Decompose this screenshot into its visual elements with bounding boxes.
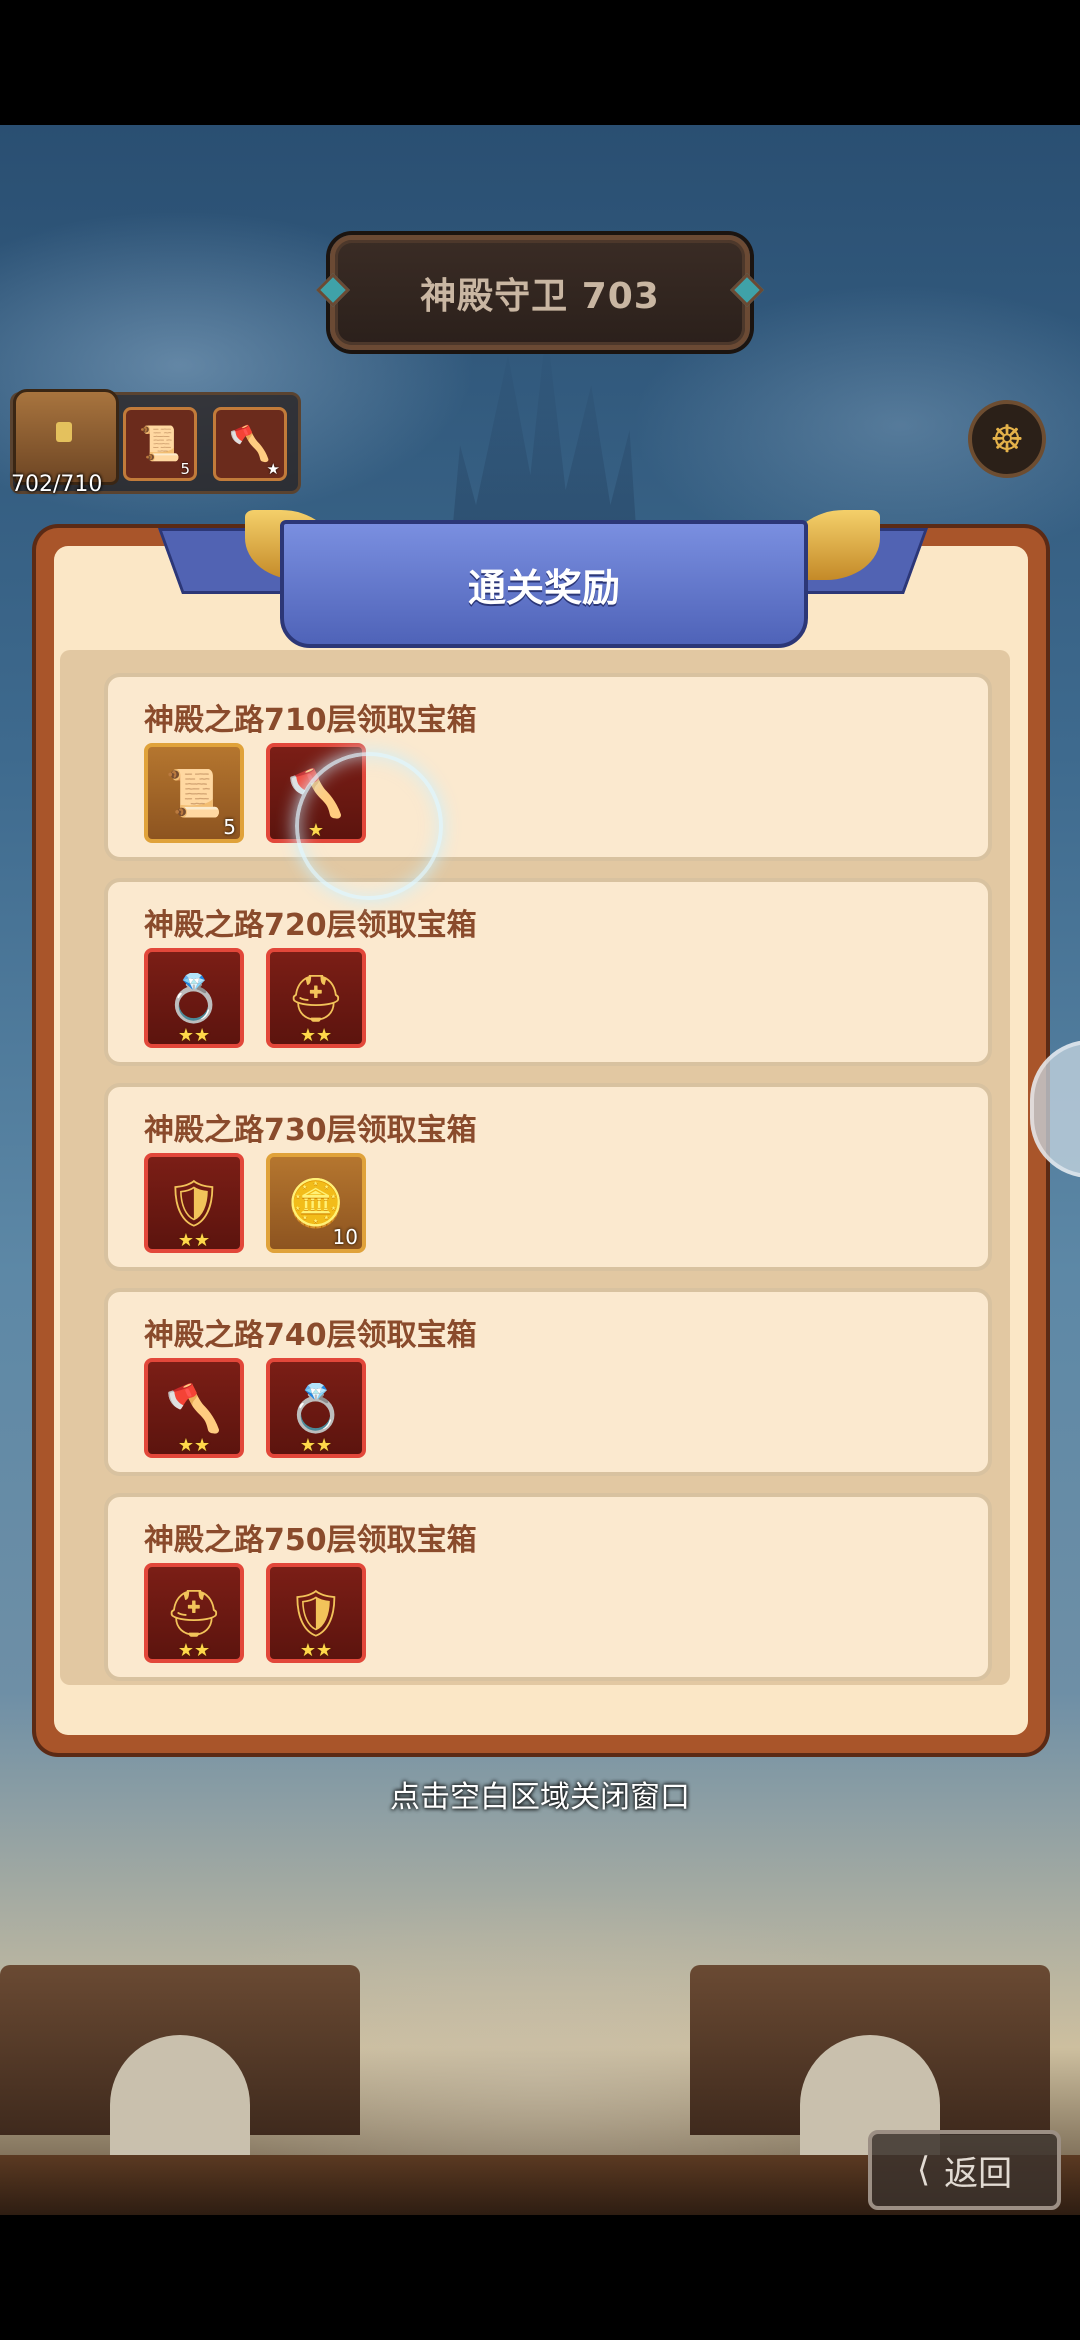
reward-row-title: 神殿之路740层领取宝箱 <box>144 1318 477 1353</box>
armor-icon[interactable]: 🛡 ★★ <box>266 1563 366 1663</box>
reward-row[interactable]: 神殿之路740层领取宝箱 🪓 ★★ 💍 ★★ <box>104 1288 992 1476</box>
compass-button[interactable]: ☸ <box>968 400 1046 478</box>
item-quantity: 10 <box>332 1225 358 1249</box>
helmet-icon[interactable]: ⛑ ★★ <box>144 1563 244 1663</box>
right-bridge <box>690 1965 1050 2165</box>
reward-row[interactable]: 神殿之路750层领取宝箱 ⛑ ★★ 🛡 ★★ <box>104 1493 992 1681</box>
preview-scroll-icon[interactable]: 📜 5 <box>123 407 197 481</box>
item-stars: ★★ <box>177 1230 211 1251</box>
item-stars: ★★ <box>299 1640 333 1661</box>
stage-title: 神殿守卫 703 <box>330 235 750 350</box>
item-stars: ★★ <box>177 1640 211 1661</box>
close-hint: 点击空白区域关闭窗口 <box>390 1780 690 1815</box>
reward-row-title: 神殿之路730层领取宝箱 <box>144 1113 477 1148</box>
axe-icon-glyph: 🪓 <box>165 1380 223 1435</box>
scroll-icon[interactable]: 📜 5 <box>144 743 244 843</box>
axe-icon[interactable]: 🪓 ★★ <box>144 1358 244 1458</box>
preview-axe-icon[interactable]: 🪓 ★ <box>213 407 287 481</box>
helmet-icon-glyph: ⛑ <box>164 1585 224 1640</box>
reward-row[interactable]: 神殿之路720层领取宝箱 💍 ★★ ⛑ ★★ <box>104 878 992 1066</box>
ring-icon-glyph: 💍 <box>287 1380 345 1435</box>
reward-row[interactable]: 神殿之路730层领取宝箱 🛡 ★★ 🪙 10 <box>104 1083 992 1271</box>
back-arrow-icon: ⟨ <box>916 2150 931 2190</box>
item-stars: ★★ <box>299 1025 333 1046</box>
tap-highlight-ring <box>295 752 443 900</box>
chest-progress-text: 702/710 <box>11 472 103 497</box>
armor-icon-glyph: 🛡 <box>164 1175 224 1230</box>
reward-row[interactable]: 神殿之路710层领取宝箱 📜 5 🪓 ★ <box>104 673 992 861</box>
reward-row-title: 神殿之路720层领取宝箱 <box>144 908 477 943</box>
item-stars: ★★ <box>177 1025 211 1046</box>
reward-row-title: 神殿之路750层领取宝箱 <box>144 1523 477 1558</box>
compass-icon: ☸ <box>989 417 1025 461</box>
back-button-label: 返回 <box>944 2153 1013 2194</box>
back-button[interactable]: ⟨ 返回 <box>868 2130 1061 2210</box>
helmet-icon[interactable]: ⛑ ★★ <box>266 948 366 1048</box>
armor-icon-glyph: 🛡 <box>286 1585 346 1640</box>
left-bridge <box>0 1965 360 2165</box>
gold-coin-icon[interactable]: 🪙 10 <box>266 1153 366 1253</box>
treasure-chest-icon[interactable] <box>13 389 119 485</box>
reward-row-title: 神殿之路710层领取宝箱 <box>144 703 477 738</box>
item-stars: ★★ <box>299 1435 333 1456</box>
item-stars: ★★ <box>177 1435 211 1456</box>
panel-title-ribbon: 通关奖励 <box>280 520 808 648</box>
ring-icon[interactable]: 💍 ★★ <box>144 948 244 1048</box>
helmet-icon-glyph: ⛑ <box>286 970 346 1025</box>
ring-icon-glyph: 💍 <box>165 970 223 1025</box>
scroll-icon-glyph: 📜 <box>165 765 223 820</box>
armor-icon[interactable]: 🛡 ★★ <box>144 1153 244 1253</box>
gold-coin-icon-glyph: 🪙 <box>287 1175 345 1230</box>
chest-progress-bar[interactable]: 702/710 📜 5 🪓 ★ <box>10 389 301 497</box>
item-quantity: 5 <box>223 815 236 839</box>
ring-icon[interactable]: 💍 ★★ <box>266 1358 366 1458</box>
